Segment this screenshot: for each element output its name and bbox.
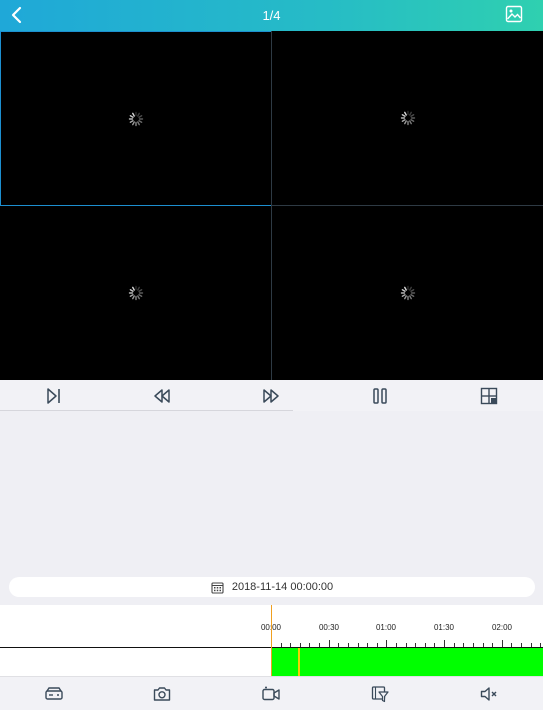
timeline-tick: [386, 640, 388, 647]
video-cell-4[interactable]: [272, 206, 543, 380]
video-grid: [0, 31, 543, 380]
record-button[interactable]: [261, 684, 281, 704]
rewind-button[interactable]: [152, 386, 172, 406]
page-title: 1/4: [262, 8, 281, 23]
controls-divider: [0, 410, 293, 411]
timeline-label: 01:30: [433, 623, 455, 632]
recording-segment: [272, 648, 543, 676]
top-bar: 1/4: [0, 0, 543, 31]
rewind-icon: [154, 389, 170, 403]
timeline-label: 01:00: [375, 623, 397, 632]
calendar-icon: [211, 581, 224, 594]
date-selector[interactable]: 2018-11-14 00:00:00: [9, 577, 535, 597]
timeline-tick: [444, 640, 446, 647]
event-marker: [298, 648, 300, 676]
clip-filter-icon: [371, 686, 389, 703]
timeline-tick: [501, 640, 503, 647]
grid-layout-icon: [480, 387, 498, 405]
playhead[interactable]: [271, 605, 272, 676]
clip-button[interactable]: [370, 684, 390, 704]
snapshot-button[interactable]: [152, 684, 172, 704]
grid-divider-horizontal: [271, 205, 543, 206]
timeline-tick: [328, 640, 330, 647]
image-icon: [505, 5, 523, 23]
bottom-toolbar: [0, 676, 543, 710]
spinner-icon: [400, 110, 415, 126]
timeline[interactable]: 00:00 00:30 01:00 01:30 02:00: [0, 605, 543, 676]
storage-button[interactable]: [44, 684, 64, 704]
fast-forward-button[interactable]: [261, 386, 281, 406]
mute-icon: [480, 687, 497, 701]
gallery-button[interactable]: [505, 5, 525, 25]
storage-device-icon: [45, 687, 63, 700]
video-record-icon: [262, 686, 280, 701]
video-cell-3[interactable]: [0, 206, 271, 380]
step-forward-button[interactable]: [44, 386, 64, 406]
spinner-icon: [400, 285, 415, 301]
video-cell-2[interactable]: [272, 31, 543, 205]
mute-button[interactable]: [479, 684, 499, 704]
spinner-icon: [128, 111, 144, 126]
camera-icon: [153, 687, 171, 701]
pause-icon: [373, 388, 387, 404]
step-forward-icon: [47, 388, 60, 404]
fast-forward-icon: [263, 389, 279, 403]
video-cell-1[interactable]: [0, 31, 272, 206]
layout-button[interactable]: [479, 386, 499, 406]
spinner-icon: [128, 285, 143, 301]
pause-button[interactable]: [370, 386, 390, 406]
timeline-label: 02:00: [491, 623, 513, 632]
date-value: 2018-11-14 00:00:00: [231, 581, 334, 593]
timeline-label: 00:30: [318, 623, 340, 632]
playback-controls: [0, 380, 543, 411]
